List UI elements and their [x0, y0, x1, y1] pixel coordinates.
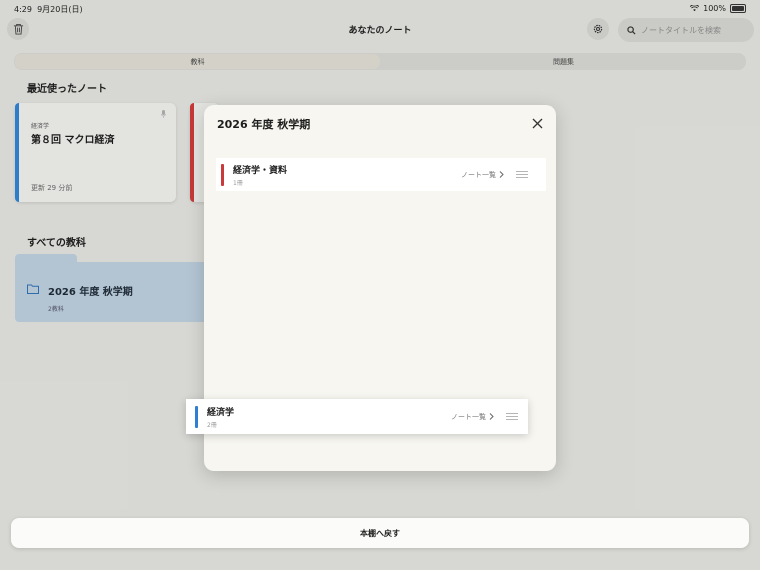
note-list-link[interactable]: ノート一覧: [461, 170, 504, 180]
subject-count: 1冊: [233, 179, 243, 187]
subject-count: 2冊: [207, 421, 217, 429]
drag-handle-icon[interactable]: [506, 413, 518, 420]
subject-name: 経済学: [207, 407, 235, 418]
chevron-right-icon: [499, 171, 504, 178]
subject-info: 経済学 2冊: [207, 405, 234, 429]
subject-color-bar: [221, 163, 224, 186]
note-list-label: ノート一覧: [461, 170, 496, 179]
modal-title: 2026 年度 秋学期: [217, 118, 311, 131]
drag-handle-icon[interactable]: [516, 171, 528, 178]
close-icon: [532, 118, 542, 128]
subject-name: 経済学・資料: [233, 165, 288, 176]
subject-row[interactable]: 経済学・資料 1冊 ノート一覧: [216, 158, 546, 191]
subject-info: 経済学・資料 1冊: [233, 163, 287, 187]
subject-color-bar: [195, 405, 198, 428]
chevron-right-icon: [489, 413, 494, 420]
note-list-link[interactable]: ノート一覧: [451, 412, 494, 422]
close-button[interactable]: [530, 116, 544, 130]
note-list-label: ノート一覧: [451, 412, 486, 421]
return-to-shelf-button[interactable]: 本棚へ戻す: [11, 518, 749, 548]
dragging-subject-row[interactable]: 経済学 2冊 ノート一覧: [186, 399, 528, 434]
